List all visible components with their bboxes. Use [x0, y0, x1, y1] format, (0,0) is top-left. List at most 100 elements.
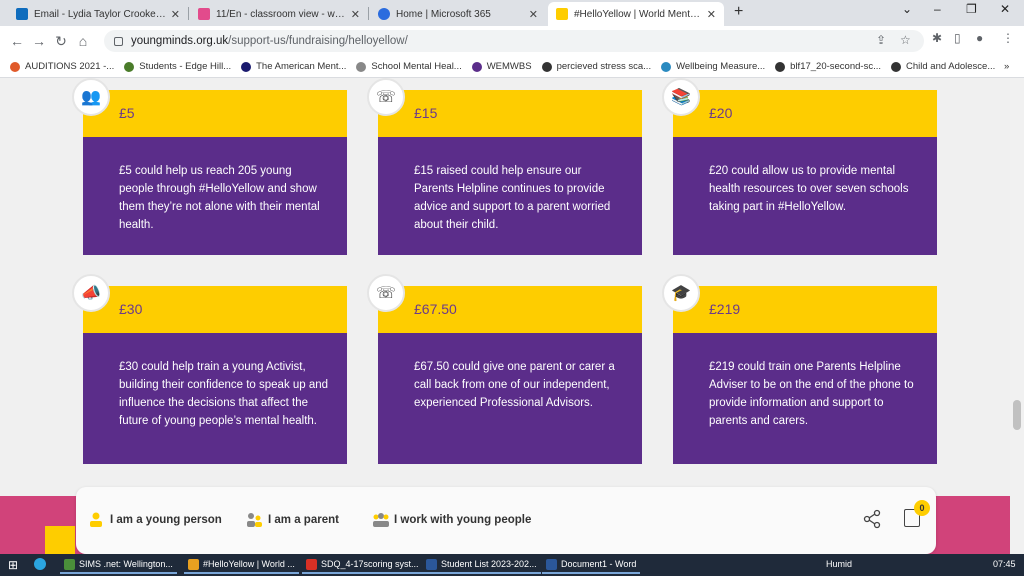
profile-avatar-icon[interactable]: ● [976, 31, 983, 45]
youngminds-icon [556, 8, 568, 20]
classcharts-icon [198, 8, 210, 20]
bookmark-item[interactable]: percieved stress sca... [541, 61, 651, 72]
young-person-link[interactable]: I am a young person [88, 512, 222, 528]
graduation-cap-icon: 🎓 [662, 274, 700, 312]
taskbar-app[interactable]: #HelloYellow | World ... [184, 556, 299, 574]
menu-icon[interactable]: ⋮ [1002, 31, 1014, 45]
new-tab-button[interactable]: + [734, 3, 743, 21]
donation-card: £67.50 ☏ £67.50 could give one parent or c… [367, 274, 642, 464]
app-icon [426, 558, 437, 570]
amount-label: £20 [709, 105, 733, 121]
bookmark-item[interactable]: Child and Adolesce... [891, 61, 995, 72]
people-icon: 👥 [72, 78, 110, 116]
app-icon [546, 558, 557, 570]
group-icon [372, 512, 389, 528]
close-window-icon[interactable]: ✕ [1000, 2, 1010, 16]
reload-icon[interactable]: ↻ [50, 33, 72, 50]
close-tab-icon[interactable]: ✕ [171, 8, 180, 21]
taskbar-app[interactable]: SIMS .net: Wellington... [60, 556, 177, 574]
bookmark-item[interactable]: Students - Edge Hill... [124, 61, 231, 72]
audience-bar: I am a young person I am a parent I work… [76, 487, 936, 554]
side-panel-icon[interactable]: ▯ [954, 31, 961, 45]
bookmark-icon [471, 61, 482, 72]
person-icon [88, 512, 104, 528]
microsoft365-icon [378, 8, 390, 20]
app-icon [188, 558, 199, 570]
close-tab-icon[interactable]: ✕ [351, 8, 360, 21]
bookmark-icon [541, 61, 552, 72]
bookmark-star-icon[interactable]: ☆ [900, 33, 911, 47]
yellow-decoration [45, 526, 75, 554]
tab-helloyellow[interactable]: #HelloYellow | World Mental He ✕ [548, 2, 724, 26]
bookmark-item[interactable]: Wellbeing Measure... [661, 61, 765, 72]
restore-icon[interactable]: ❐ [966, 2, 977, 16]
tab-search-icon[interactable]: ⌄ [902, 2, 912, 16]
parent-link[interactable]: I am a parent [246, 512, 339, 528]
amount-label: £219 [709, 301, 741, 317]
bookmark-item[interactable]: blf17_20-second-sc... [775, 61, 881, 72]
donation-card: £219 🎓 £219 could train one Parents Helpli… [662, 274, 937, 464]
donation-card: £20 📚 £20 could allow us to provide mental… [662, 78, 937, 255]
share-icon[interactable] [862, 509, 882, 529]
basket-count-badge: 0 [914, 500, 930, 516]
card-description: £20 could allow us to provide mental hea… [709, 165, 909, 213]
tab-email[interactable]: Email - Lydia Taylor Crooke - Ou ✕ [8, 2, 188, 26]
windows-taskbar: ⊞ Humid 07:45 SIMS .net: Wellington... #H… [0, 554, 1024, 576]
megaphone-icon: 📣 [72, 274, 110, 312]
phone-chat-icon: ☏ [367, 78, 405, 116]
toolbar: ← → ↻ ⌂ youngminds.org.uk/support-us/fun… [0, 26, 1024, 56]
bookmark-item[interactable]: The American Ment... [241, 61, 346, 72]
bookmark-item[interactable]: School Mental Heal... [356, 61, 462, 72]
amount-label: £5 [119, 105, 135, 121]
app-icon [306, 558, 317, 570]
amount-label: £30 [119, 301, 143, 317]
card-description: £15 raised could help ensure our Parents… [414, 165, 611, 231]
scrollbar-thumb[interactable] [1013, 400, 1021, 430]
bookmark-item[interactable]: AUDITIONS 2021 -... [10, 61, 114, 72]
forward-icon[interactable]: → [28, 33, 50, 49]
tab-classroom[interactable]: 11/En - classroom view - www.cl ✕ [190, 2, 368, 26]
books-icon: 📚 [662, 78, 700, 116]
donation-card: £30 📣 £30 could help train a young Activis… [72, 274, 347, 464]
card-description: £219 could train one Parents Helpline Ad… [709, 361, 914, 427]
weather-widget[interactable]: Humid [826, 559, 852, 569]
close-tab-icon[interactable]: ✕ [529, 8, 538, 21]
bookmark-icon [661, 61, 672, 72]
windows-start-icon[interactable]: ⊞ [8, 558, 18, 572]
amount-band: £15 [378, 90, 642, 137]
tab-microsoft365[interactable]: Home | Microsoft 365 ✕ [370, 2, 546, 26]
bookmark-icon [10, 61, 20, 72]
clock[interactable]: 07:45 [993, 559, 1016, 569]
bookmark-item[interactable]: WEMWBS [471, 61, 532, 72]
card-description: £67.50 could give one parent or carer a … [414, 361, 615, 409]
work-with-young-people-link[interactable]: I work with young people [372, 512, 531, 528]
address-bar[interactable]: youngminds.org.uk/support-us/fundraising… [104, 30, 924, 52]
amount-band: £20 [673, 90, 937, 137]
amount-band: £219 [673, 286, 937, 333]
amount-label: £15 [414, 105, 438, 121]
scrollbar[interactable] [1010, 78, 1024, 554]
tab-strip: Email - Lydia Taylor Crooke - Ou ✕ 11/En… [0, 0, 1024, 26]
card-description: £5 could help us reach 205 young people … [119, 165, 320, 231]
bookmark-icon [891, 61, 901, 72]
card-description: £30 could help train a young Activist, b… [119, 361, 329, 427]
taskbar-app[interactable]: SDQ_4-17scoring syst... [302, 556, 423, 574]
donation-card: £5 👥 £5 could help us reach 205 young peop… [72, 78, 347, 255]
extensions-icon[interactable]: ✱ [932, 31, 942, 45]
bookmark-icon [241, 61, 252, 72]
taskbar-app[interactable]: Document1 - Word [542, 556, 641, 574]
app-icon [64, 558, 75, 570]
home-icon[interactable]: ⌂ [72, 33, 94, 49]
edge-icon[interactable] [34, 558, 46, 570]
bookmarks-overflow-icon[interactable]: » [1004, 61, 1009, 72]
bookmarks-bar: AUDITIONS 2021 -... Students - Edge Hill.… [0, 56, 1024, 78]
share-page-icon[interactable]: ⇪ [876, 33, 886, 47]
amount-label: £67.50 [414, 301, 457, 317]
taskbar-app[interactable]: Student List 2023-202... [422, 556, 541, 574]
minimize-icon[interactable]: – [934, 2, 941, 16]
bookmark-icon [775, 61, 786, 72]
back-icon[interactable]: ← [6, 33, 28, 49]
bookmark-icon [124, 61, 135, 72]
amount-band: £30 [83, 286, 347, 333]
close-tab-icon[interactable]: ✕ [707, 8, 716, 21]
